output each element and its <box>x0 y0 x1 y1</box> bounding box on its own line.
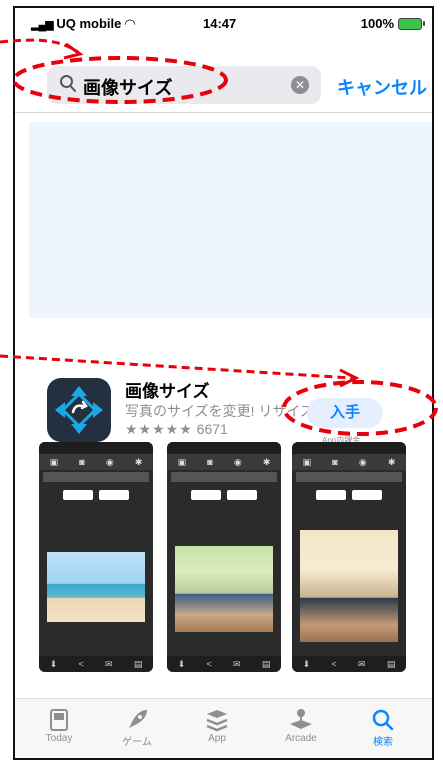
clock: 14:47 <box>203 16 237 31</box>
tab-label: App <box>208 733 226 744</box>
clear-icon[interactable]: ✕ <box>291 76 309 94</box>
rating-count: 6671 <box>196 421 228 437</box>
screenshot-image <box>47 552 145 622</box>
print-icon: ▤ <box>261 658 271 669</box>
tab-arcade[interactable]: Arcade <box>269 707 333 744</box>
screenshot-image <box>300 530 398 642</box>
photo-icon: ▣ <box>49 456 59 467</box>
divider <box>15 112 432 113</box>
today-icon <box>27 707 91 733</box>
palette-icon: ◉ <box>358 456 367 467</box>
tab-label: Today <box>45 733 73 744</box>
share-icon: < <box>331 659 337 669</box>
tab-label: Arcade <box>285 733 317 744</box>
camera-icon: ◙ <box>79 457 85 467</box>
app-name: 画像サイズ <box>125 382 210 401</box>
mail-icon: ✉ <box>105 658 113 669</box>
share-icon: < <box>78 659 84 669</box>
download-icon: ⬇ <box>302 658 311 669</box>
get-button[interactable]: 入手 <box>307 398 383 428</box>
signal-icon: ▂▄▆ <box>31 19 54 31</box>
app-result[interactable]: 画像サイズ 写真のサイズを変更! リサイズ... ★★★★★ 6671 入手 A… <box>15 373 432 453</box>
download-icon: ⬇ <box>177 658 186 669</box>
star-rating-icon: ★★★★★ <box>125 421 193 437</box>
rating: ★★★★★ 6671 <box>125 421 228 438</box>
settings-icon: ✱ <box>134 456 143 467</box>
app-subtitle: 写真のサイズを変更! リサイズ... <box>125 403 326 419</box>
tab-search[interactable]: 検索 <box>351 707 415 748</box>
cancel-button[interactable]: キャンセル <box>337 74 427 100</box>
share-icon: < <box>206 659 212 669</box>
mail-icon: ✉ <box>358 658 366 669</box>
print-icon: ▤ <box>386 658 396 669</box>
search-icon <box>351 707 415 733</box>
camera-icon: ◙ <box>332 457 338 467</box>
photo-icon: ▣ <box>302 456 312 467</box>
camera-icon: ◙ <box>207 457 213 467</box>
download-icon: ⬇ <box>49 658 58 669</box>
battery-label: 100% <box>360 16 394 31</box>
search-row: 画像サイズ ✕ キャンセル <box>15 66 432 106</box>
settings-icon: ✱ <box>387 456 396 467</box>
tab-bar: Today ゲーム App Arcade 検索 <box>15 698 432 758</box>
tab-apps[interactable]: App <box>185 707 249 744</box>
app-screenshot[interactable]: ▣ ◙ ◉ ✱ ⬇ < ✉ ▤ <box>39 442 153 672</box>
carrier-label: UQ mobile <box>56 16 122 31</box>
tab-games[interactable]: ゲーム <box>105 707 169 748</box>
palette-icon: ◉ <box>233 456 242 467</box>
layers-icon <box>185 707 249 733</box>
palette-icon: ◉ <box>105 456 114 467</box>
search-query: 画像サイズ <box>83 78 173 98</box>
screenshot-image <box>175 546 273 632</box>
wifi-icon: ◠ <box>124 16 135 31</box>
search-icon <box>59 74 77 99</box>
app-icon[interactable] <box>47 378 111 442</box>
status-bar: ▂▄▆ UQ mobile ◠ 14:47 100% <box>15 8 432 36</box>
mail-icon: ✉ <box>233 658 241 669</box>
battery-icon <box>398 17 425 30</box>
print-icon: ▤ <box>133 658 143 669</box>
search-input[interactable]: 画像サイズ ✕ <box>47 66 321 104</box>
settings-icon: ✱ <box>262 456 271 467</box>
app-screenshot[interactable]: ▣ ◙ ◉ ✱ ⬇ < ✉ ▤ <box>292 442 406 672</box>
photo-icon: ▣ <box>177 456 187 467</box>
ad-banner <box>29 122 432 318</box>
app-screenshot[interactable]: ▣ ◙ ◉ ✱ ⬇ < ✉ ▤ <box>167 442 281 672</box>
phone-screen: ▂▄▆ UQ mobile ◠ 14:47 100% 画像サイズ ✕ キャンセル <box>13 6 434 760</box>
tab-label: 検索 <box>373 737 393 748</box>
tab-label: ゲーム <box>122 737 152 748</box>
tab-today[interactable]: Today <box>27 707 91 744</box>
joystick-icon <box>269 707 333 733</box>
rocket-icon <box>105 707 169 733</box>
